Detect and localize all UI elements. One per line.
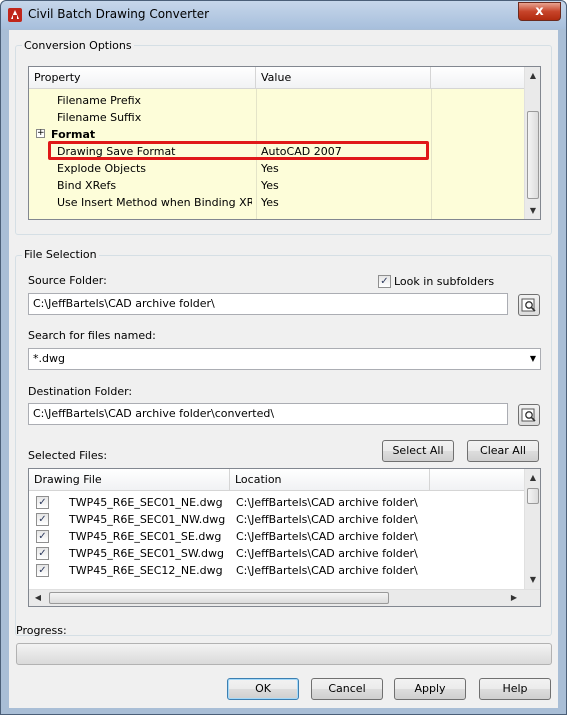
property-name: Filename Prefix: [57, 94, 142, 107]
dialog-window: Civil Batch Drawing Converter x Conversi…: [0, 0, 567, 715]
search-files-value: *.dwg: [33, 352, 65, 365]
file-row[interactable]: ✓ TWP45_R6E_SEC01_NW.dwg C:\JeffBartels\…: [29, 511, 524, 528]
browse-source-button[interactable]: [518, 294, 540, 316]
column-header-drawing-file[interactable]: Drawing File: [29, 469, 230, 491]
property-value: [261, 92, 426, 109]
scroll-up-icon[interactable]: ▲: [525, 67, 540, 84]
close-button[interactable]: x: [518, 2, 561, 21]
property-grid-header: Property Value: [29, 67, 524, 89]
scroll-thumb[interactable]: [49, 592, 389, 604]
look-in-subfolders-checkbox[interactable]: ✓: [378, 275, 391, 288]
property-name: Use Insert Method when Binding XRefs: [57, 196, 252, 209]
file-row[interactable]: ✓ TWP45_R6E_SEC01_SW.dwg C:\JeffBartels\…: [29, 545, 524, 562]
browse-folder-icon: [521, 298, 536, 312]
property-row[interactable]: Filename Prefix: [29, 92, 524, 109]
progress-bar: [16, 643, 552, 665]
file-location: C:\JeffBartels\CAD archive folder\: [236, 513, 418, 526]
look-in-subfolders-label[interactable]: Look in subfolders: [394, 275, 494, 288]
property-row[interactable]: Filename Suffix: [29, 109, 524, 126]
chevron-down-icon[interactable]: ▼: [530, 349, 536, 369]
property-value[interactable]: Yes: [261, 160, 426, 177]
expand-icon[interactable]: +: [36, 129, 45, 138]
clear-all-button[interactable]: Clear All: [467, 440, 539, 462]
property-value: [261, 109, 426, 126]
search-files-label: Search for files named:: [28, 329, 156, 342]
file-name: TWP45_R6E_SEC01_NE.dwg: [69, 496, 223, 509]
files-list-horizontal-scrollbar[interactable]: ◀ ▶: [29, 589, 540, 606]
file-checkbox[interactable]: ✓: [36, 530, 49, 543]
source-folder-label: Source Folder:: [28, 274, 107, 287]
file-checkbox[interactable]: ✓: [36, 564, 49, 577]
destination-folder-label: Destination Folder:: [28, 385, 133, 398]
file-row[interactable]: ✓ TWP45_R6E_SEC01_SE.dwg C:\JeffBartels\…: [29, 528, 524, 545]
scroll-up-icon[interactable]: ▲: [525, 469, 540, 486]
browse-folder-icon: [521, 408, 536, 422]
file-location: C:\JeffBartels\CAD archive folder\: [236, 496, 418, 509]
selected-files-list[interactable]: Drawing File Location ✓ TWP45_R6E_SEC01_…: [28, 468, 541, 607]
source-folder-input[interactable]: C:\JeffBartels\CAD archive folder\: [28, 293, 508, 315]
file-location: C:\JeffBartels\CAD archive folder\: [236, 547, 418, 560]
apply-button[interactable]: Apply: [394, 678, 466, 700]
scroll-left-icon[interactable]: ◀: [31, 590, 45, 606]
file-checkbox[interactable]: ✓: [36, 513, 49, 526]
file-name: TWP45_R6E_SEC12_NE.dwg: [69, 564, 223, 577]
scroll-right-icon[interactable]: ▶: [507, 590, 521, 606]
title-bar[interactable]: Civil Batch Drawing Converter x: [1, 1, 566, 29]
ok-button[interactable]: OK: [227, 678, 299, 700]
file-location: C:\JeffBartels\CAD archive folder\: [236, 530, 418, 543]
scroll-thumb[interactable]: [527, 488, 539, 504]
dialog-client-area: Conversion Options Property Value Filena…: [9, 30, 558, 708]
select-all-button[interactable]: Select All: [382, 440, 454, 462]
scroll-down-icon[interactable]: ▼: [525, 571, 540, 588]
property-name: Filename Suffix: [57, 111, 142, 124]
close-icon: x: [535, 4, 544, 19]
column-header-location[interactable]: Location: [230, 469, 430, 491]
civil-app-icon: [8, 8, 22, 22]
file-name: TWP45_R6E_SEC01_NW.dwg: [69, 513, 226, 526]
files-list-header: Drawing File Location: [29, 469, 524, 491]
cancel-button[interactable]: Cancel: [311, 678, 383, 700]
file-row[interactable]: ✓ TWP45_R6E_SEC01_NE.dwg C:\JeffBartels\…: [29, 494, 524, 511]
file-name: TWP45_R6E_SEC01_SE.dwg: [69, 530, 222, 543]
property-value[interactable]: Yes: [261, 177, 426, 194]
destination-folder-input[interactable]: C:\JeffBartels\CAD archive folder\conver…: [28, 403, 508, 425]
scroll-thumb[interactable]: [527, 111, 539, 199]
files-list-vertical-scrollbar[interactable]: ▲ ▼: [524, 469, 540, 589]
browse-destination-button[interactable]: [518, 404, 540, 426]
file-selection-title: File Selection: [22, 248, 99, 261]
file-checkbox[interactable]: ✓: [36, 547, 49, 560]
property-grid-scrollbar[interactable]: ▲ ▼: [524, 67, 540, 219]
property-row[interactable]: Explode Objects Yes: [29, 160, 524, 177]
column-header-property[interactable]: Property: [29, 67, 256, 89]
help-button[interactable]: Help: [479, 678, 551, 700]
file-checkbox[interactable]: ✓: [36, 496, 49, 509]
property-name: Explode Objects: [57, 162, 147, 175]
property-name: Bind XRefs: [57, 179, 117, 192]
progress-label: Progress:: [16, 624, 67, 637]
file-row[interactable]: ✓ TWP45_R6E_SEC12_NE.dwg C:\JeffBartels\…: [29, 562, 524, 579]
property-row[interactable]: Use Insert Method when Binding XRefs Yes: [29, 194, 524, 211]
scroll-down-icon[interactable]: ▼: [525, 202, 540, 219]
highlight-annotation: [48, 141, 429, 160]
file-name: TWP45_R6E_SEC01_SW.dwg: [69, 547, 224, 560]
column-header-value[interactable]: Value: [256, 67, 431, 89]
selected-files-label: Selected Files:: [28, 449, 108, 462]
property-value[interactable]: Yes: [261, 194, 426, 211]
conversion-options-title: Conversion Options: [22, 39, 134, 52]
window-title: Civil Batch Drawing Converter: [28, 7, 210, 21]
property-row[interactable]: Bind XRefs Yes: [29, 177, 524, 194]
search-files-combobox[interactable]: *.dwg ▼: [28, 348, 541, 370]
file-location: C:\JeffBartels\CAD archive folder\: [236, 564, 418, 577]
